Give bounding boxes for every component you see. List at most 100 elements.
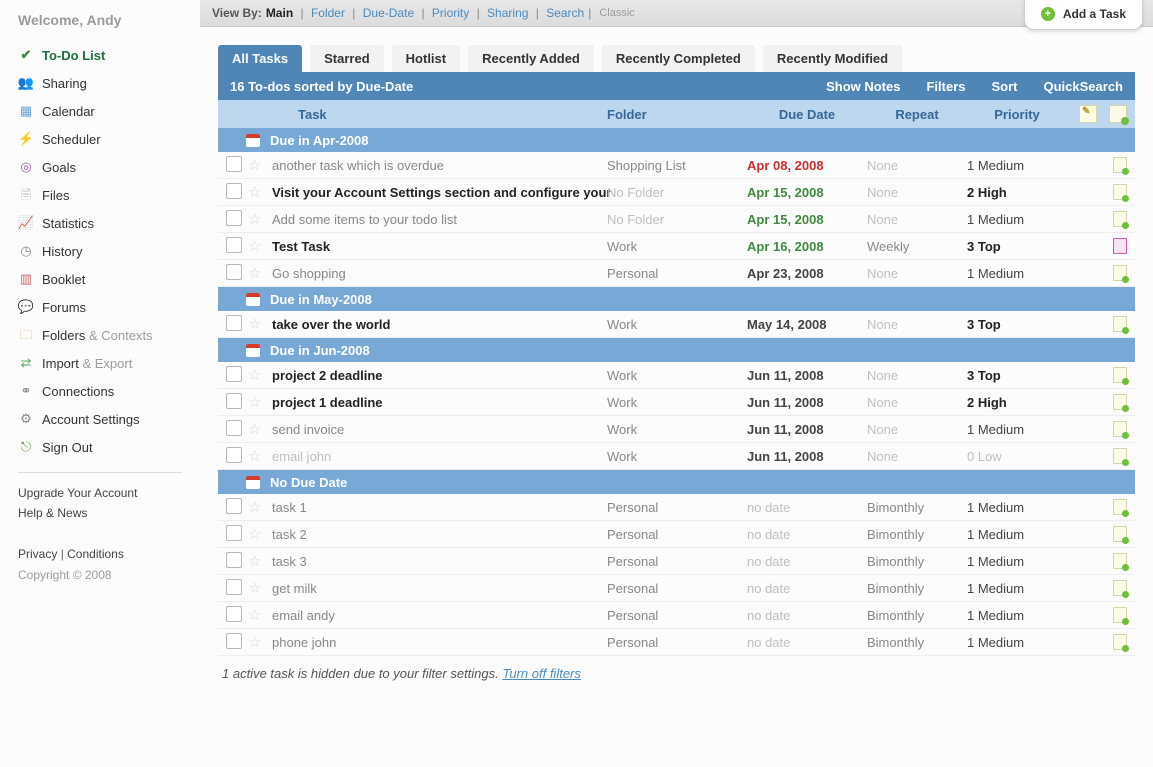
- task-row[interactable]: ☆project 1 deadlineWorkJun 11, 2008None2…: [218, 389, 1135, 416]
- sidebar-item-import[interactable]: ⇄Import & Export: [0, 350, 200, 378]
- sidebar-item-sign-out[interactable]: ⎋Sign Out: [0, 434, 200, 462]
- star-icon[interactable]: ☆: [248, 211, 261, 228]
- star-icon[interactable]: ☆: [248, 367, 261, 384]
- task-checkbox[interactable]: [226, 366, 242, 382]
- star-icon[interactable]: ☆: [248, 265, 261, 282]
- view-search[interactable]: Search: [543, 6, 584, 20]
- view-folder[interactable]: Folder: [308, 6, 349, 20]
- tab-starred[interactable]: Starred: [310, 45, 384, 72]
- note-icon[interactable]: [1113, 316, 1127, 332]
- turn-off-filters-link[interactable]: Turn off filters: [502, 666, 581, 681]
- task-checkbox[interactable]: [226, 498, 242, 514]
- view-sharing[interactable]: Sharing: [484, 6, 532, 20]
- note-icon[interactable]: [1113, 421, 1127, 437]
- column-folder[interactable]: Folder: [607, 107, 747, 122]
- sidebar-item-folders[interactable]: 🗀Folders & Contexts: [0, 322, 200, 350]
- sidebar-item-booklet[interactable]: ▥Booklet: [0, 266, 200, 294]
- sidebar-item-sharing[interactable]: 👥Sharing: [0, 70, 200, 98]
- task-row[interactable]: ☆get milkPersonalno dateBimonthly1 Mediu…: [218, 575, 1135, 602]
- task-checkbox[interactable]: [226, 606, 242, 622]
- tab-recently-added[interactable]: Recently Added: [468, 45, 594, 72]
- task-checkbox[interactable]: [226, 525, 242, 541]
- task-row[interactable]: ☆email johnWorkJun 11, 2008None0 Low: [218, 443, 1135, 470]
- note-icon[interactable]: [1113, 265, 1127, 281]
- sidebar-item-connections[interactable]: ⚭Connections: [0, 378, 200, 406]
- task-row[interactable]: ☆task 2Personalno dateBimonthly1 Medium: [218, 521, 1135, 548]
- tool-filters[interactable]: Filters: [926, 79, 965, 94]
- task-row[interactable]: ☆task 1Personalno dateBimonthly1 Medium: [218, 494, 1135, 521]
- tab-recently-completed[interactable]: Recently Completed: [602, 45, 755, 72]
- task-row[interactable]: ☆phone johnPersonalno dateBimonthly1 Med…: [218, 629, 1135, 656]
- task-checkbox[interactable]: [226, 183, 242, 199]
- privacy-link[interactable]: Privacy: [18, 547, 57, 561]
- tool-sort[interactable]: Sort: [992, 79, 1018, 94]
- star-icon[interactable]: ☆: [248, 448, 261, 465]
- sidebar-item-files[interactable]: 🗎Files: [0, 182, 200, 210]
- star-icon[interactable]: ☆: [248, 238, 261, 255]
- task-row[interactable]: ☆another task which is overdueShopping L…: [218, 152, 1135, 179]
- task-row[interactable]: ☆take over the worldWorkMay 14, 2008None…: [218, 311, 1135, 338]
- conditions-link[interactable]: Conditions: [67, 547, 124, 561]
- task-checkbox[interactable]: [226, 579, 242, 595]
- task-row[interactable]: ☆project 2 deadlineWorkJun 11, 2008None3…: [218, 362, 1135, 389]
- tab-all-tasks[interactable]: All Tasks: [218, 45, 302, 72]
- task-checkbox[interactable]: [226, 315, 242, 331]
- edit-columns-icon[interactable]: [1079, 105, 1097, 123]
- star-icon[interactable]: ☆: [248, 184, 261, 201]
- task-checkbox[interactable]: [226, 237, 242, 253]
- tab-hotlist[interactable]: Hotlist: [392, 45, 460, 72]
- note-icon[interactable]: [1113, 367, 1127, 383]
- task-checkbox[interactable]: [226, 264, 242, 280]
- task-checkbox[interactable]: [226, 393, 242, 409]
- task-checkbox[interactable]: [226, 552, 242, 568]
- note-icon[interactable]: [1113, 184, 1127, 200]
- sidebar-item-statistics[interactable]: 📈Statistics: [0, 210, 200, 238]
- note-icon[interactable]: [1113, 553, 1127, 569]
- task-row[interactable]: ☆email andyPersonalno dateBimonthly1 Med…: [218, 602, 1135, 629]
- note-icon[interactable]: [1113, 607, 1127, 623]
- sidebar-item-forums[interactable]: 💬Forums: [0, 294, 200, 322]
- add-task-button[interactable]: + Add a Task: [1024, 0, 1143, 30]
- view-priority[interactable]: Priority: [429, 6, 473, 20]
- star-icon[interactable]: ☆: [248, 499, 261, 516]
- view-due-date[interactable]: Due-Date: [359, 6, 417, 20]
- sidebar-item-scheduler[interactable]: ⚡Scheduler: [0, 126, 200, 154]
- sidebar-item-account-settings[interactable]: ⚙Account Settings: [0, 406, 200, 434]
- task-row[interactable]: ☆Visit your Account Settings section and…: [218, 179, 1135, 206]
- task-row[interactable]: ☆send invoiceWorkJun 11, 2008None1 Mediu…: [218, 416, 1135, 443]
- note-icon[interactable]: [1113, 157, 1127, 173]
- star-icon[interactable]: ☆: [248, 607, 261, 624]
- sidebar-item-history[interactable]: ◷History: [0, 238, 200, 266]
- task-row[interactable]: ☆Add some items to your todo listNo Fold…: [218, 206, 1135, 233]
- star-icon[interactable]: ☆: [248, 526, 261, 543]
- star-icon[interactable]: ☆: [248, 553, 261, 570]
- task-checkbox[interactable]: [226, 633, 242, 649]
- help-link[interactable]: Help & News: [18, 506, 87, 520]
- view-classic-link[interactable]: Classic: [599, 7, 634, 19]
- note-icon[interactable]: [1113, 211, 1127, 227]
- task-row[interactable]: ☆task 3Personalno dateBimonthly1 Medium: [218, 548, 1135, 575]
- column-task[interactable]: Task: [270, 107, 607, 122]
- star-icon[interactable]: ☆: [248, 316, 261, 333]
- sidebar-item-calendar[interactable]: ▦Calendar: [0, 98, 200, 126]
- note-icon[interactable]: [1113, 499, 1127, 515]
- note-icon[interactable]: [1113, 634, 1127, 650]
- tool-quicksearch[interactable]: QuickSearch: [1044, 79, 1124, 94]
- column-repeat[interactable]: Repeat: [867, 107, 967, 122]
- column-due[interactable]: Due Date: [747, 107, 867, 122]
- task-checkbox[interactable]: [226, 420, 242, 436]
- note-icon[interactable]: [1113, 448, 1127, 464]
- star-icon[interactable]: ☆: [248, 634, 261, 651]
- note-icon[interactable]: [1113, 394, 1127, 410]
- note-icon[interactable]: [1113, 580, 1127, 596]
- view-main[interactable]: Main: [266, 6, 297, 20]
- column-priority[interactable]: Priority: [967, 107, 1067, 122]
- add-note-icon[interactable]: [1109, 105, 1127, 123]
- tab-recently-modified[interactable]: Recently Modified: [763, 45, 902, 72]
- note-icon[interactable]: [1113, 238, 1127, 254]
- task-checkbox[interactable]: [226, 210, 242, 226]
- task-row[interactable]: ☆Test TaskWorkApr 16, 2008Weekly3 Top: [218, 233, 1135, 260]
- star-icon[interactable]: ☆: [248, 394, 261, 411]
- upgrade-link[interactable]: Upgrade Your Account: [18, 486, 137, 500]
- tool-show-notes[interactable]: Show Notes: [826, 79, 900, 94]
